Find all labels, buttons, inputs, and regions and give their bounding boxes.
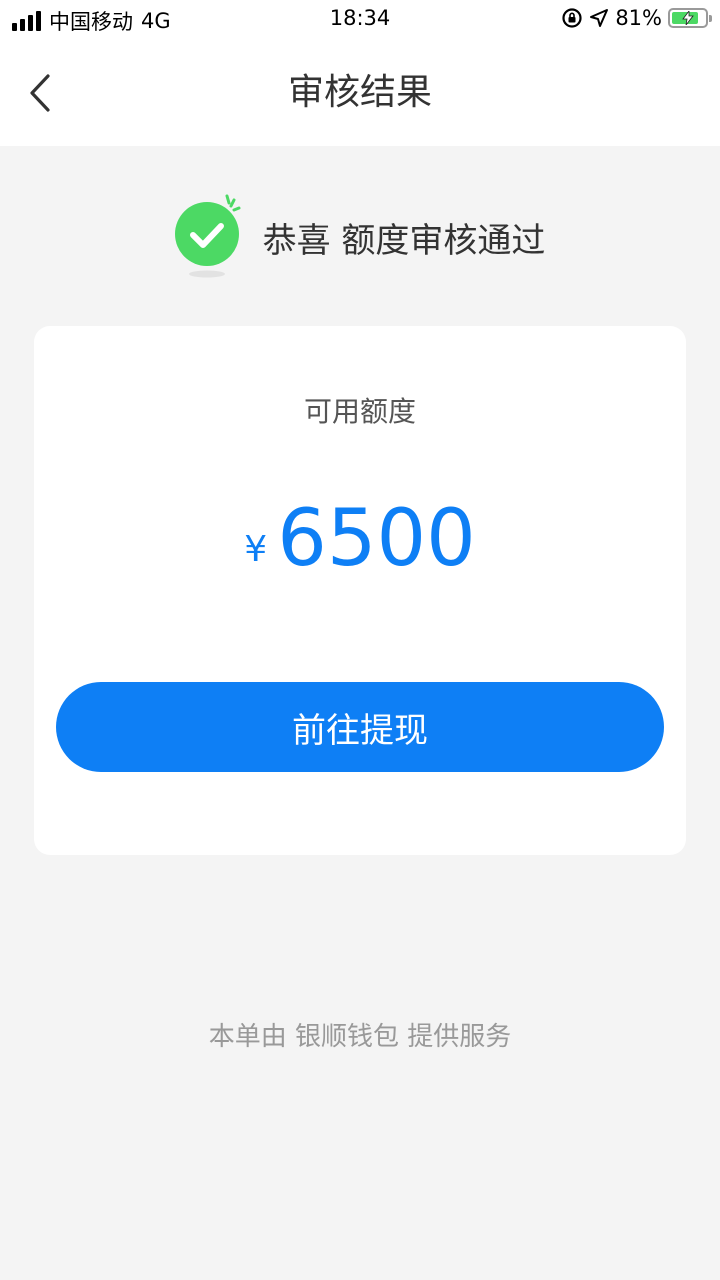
result-message: 恭喜 额度审核通过 bbox=[262, 220, 546, 261]
battery-tip bbox=[709, 15, 712, 22]
orientation-lock-icon bbox=[562, 8, 582, 28]
currency-symbol: ¥ bbox=[244, 529, 268, 570]
check-circle-icon bbox=[174, 194, 241, 278]
nav-bar: 审核结果 bbox=[0, 40, 720, 146]
location-arrow-icon bbox=[590, 9, 609, 27]
credit-amount: ¥ 6500 bbox=[34, 494, 686, 584]
chevron-left-icon bbox=[30, 74, 50, 112]
amount-value: 6500 bbox=[277, 494, 476, 584]
charging-bolt-icon bbox=[670, 10, 706, 26]
credit-card: 可用额度 ¥ 6500 前往提现 bbox=[34, 326, 686, 855]
service-provider-note: 本单由 银顺钱包 提供服务 bbox=[208, 1022, 512, 1052]
withdraw-button[interactable]: 前往提现 bbox=[56, 682, 664, 772]
battery-percent: 81% bbox=[615, 6, 662, 30]
result-banner: 恭喜 额度审核通过 bbox=[0, 192, 720, 282]
battery-icon bbox=[668, 8, 712, 28]
status-right: 81% bbox=[561, 6, 712, 30]
back-button[interactable] bbox=[18, 68, 62, 118]
available-credit-label: 可用额度 bbox=[303, 395, 416, 428]
page-title: 审核结果 bbox=[287, 72, 432, 113]
status-bar: 中国移动 4G 18:34 81% bbox=[0, 0, 720, 40]
